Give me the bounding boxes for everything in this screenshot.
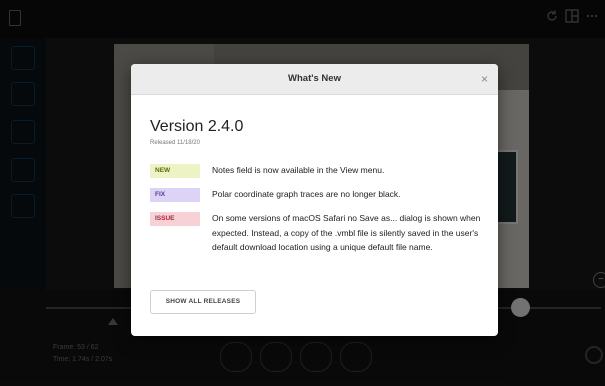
note-text: Notes field is now available in the View… bbox=[212, 165, 385, 175]
release-date: Released 11/18/20 bbox=[150, 140, 200, 146]
note-badge-issue: ISSUE bbox=[150, 212, 200, 226]
show-all-releases-button[interactable]: SHOW ALL RELEASES bbox=[150, 290, 256, 314]
dialog-title: What's New bbox=[288, 73, 341, 84]
whats-new-dialog: What's New × Version 2.4.0 Released 11/1… bbox=[131, 64, 498, 336]
release-note: ISSUE On some versions of macOS Safari n… bbox=[150, 212, 480, 276]
note-text: On some versions of macOS Safari no Save… bbox=[212, 213, 481, 252]
release-note: FIX Polar coordinate graph traces are no… bbox=[150, 188, 480, 202]
release-note: NEW Notes field is now available in the … bbox=[150, 164, 480, 178]
note-badge-new: NEW bbox=[150, 164, 200, 178]
note-text: Polar coordinate graph traces are no lon… bbox=[212, 189, 401, 199]
note-badge-fix: FIX bbox=[150, 188, 200, 202]
version-heading: Version 2.4.0 bbox=[150, 118, 244, 135]
close-icon[interactable]: × bbox=[481, 64, 488, 94]
